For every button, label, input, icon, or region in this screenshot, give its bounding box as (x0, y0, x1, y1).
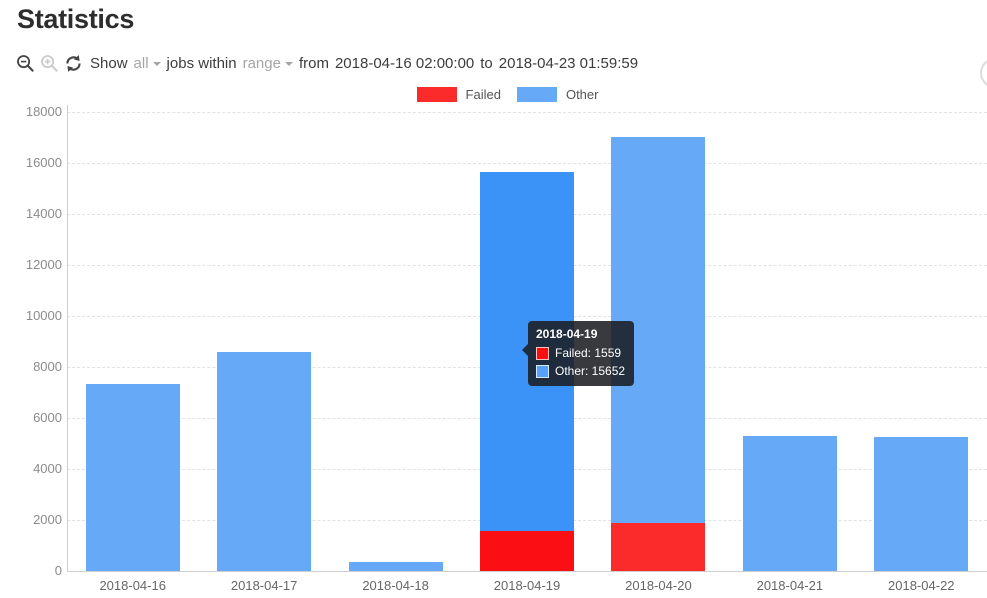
y-axis-line (67, 105, 68, 571)
y-axis-tick-label: 10000 (2, 308, 62, 323)
x-axis-tick-label: 2018-04-20 (593, 578, 724, 593)
y-gridline (67, 112, 987, 113)
x-axis-tick-label: 2018-04-17 (199, 578, 330, 593)
bar-failed-2018-04-20[interactable] (611, 523, 705, 571)
x-axis-tick-label: 2018-04-18 (330, 578, 461, 593)
x-axis-line (67, 571, 987, 572)
tooltip-rows: Failed: 1559 Other: 15652 (536, 346, 625, 379)
y-axis-tick-label: 6000 (2, 410, 62, 425)
tooltip-item-text: Other: 15652 (555, 364, 625, 379)
legend-swatch (517, 87, 557, 102)
x-axis-tick-label: 2018-04-22 (856, 578, 987, 593)
jobs-bar-chart: Failed Other 0 2000 4000 6000 8000 10000 12000 1… (0, 0, 987, 598)
bar-other-2018-04-18[interactable] (349, 562, 443, 571)
tooltip-swatch (536, 347, 549, 360)
y-axis-tick-label: 18000 (2, 104, 62, 119)
y-axis-tick-label: 2000 (2, 512, 62, 527)
legend-swatch (417, 87, 457, 102)
y-gridline (67, 163, 987, 164)
bar-other-2018-04-21[interactable] (743, 436, 837, 571)
tooltip-row: Other: 15652 (536, 364, 625, 379)
bar-other-2018-04-17[interactable] (217, 352, 311, 571)
legend-label: Other (566, 87, 599, 102)
y-axis-tick-label: 4000 (2, 461, 62, 476)
tooltip-swatch (536, 365, 549, 378)
bar-failed-2018-04-19[interactable] (480, 531, 574, 571)
chart-tooltip: 2018-04-19 Failed: 1559 Other: 15652 (528, 321, 634, 386)
legend-item-failed[interactable]: Failed (417, 87, 501, 102)
x-axis-tick-label: 2018-04-21 (724, 578, 855, 593)
legend-item-other[interactable]: Other (517, 87, 599, 102)
chart-legend: Failed Other (14, 87, 987, 102)
y-axis-tick-label: 16000 (2, 155, 62, 170)
x-axis-tick-label: 2018-04-16 (67, 578, 198, 593)
tooltip-title: 2018-04-19 (536, 327, 625, 342)
tooltip-item-text: Failed: 1559 (555, 346, 621, 361)
y-axis-tick-label: 12000 (2, 257, 62, 272)
x-axis-tick-label: 2018-04-19 (462, 578, 593, 593)
y-axis-tick-label: 14000 (2, 206, 62, 221)
y-axis-tick-label: 8000 (2, 359, 62, 374)
bar-other-2018-04-16[interactable] (86, 384, 180, 571)
legend-label: Failed (466, 87, 501, 102)
bar-other-2018-04-22[interactable] (874, 437, 968, 571)
tooltip-row: Failed: 1559 (536, 346, 625, 361)
y-axis-tick-label: 0 (2, 563, 62, 578)
